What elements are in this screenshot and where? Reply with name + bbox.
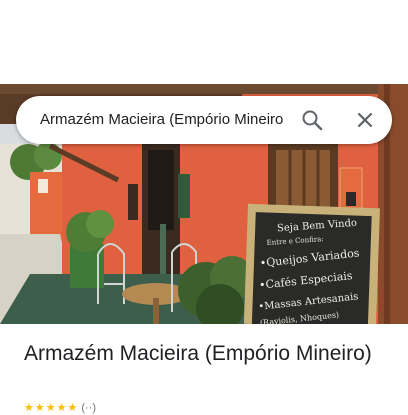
search-bar[interactable]: Armazém Macieira (Empório Mineiro [16,96,392,144]
rating-row[interactable]: ★★★★★ (··) [24,401,96,415]
chalkboard: Seja Bem Vindo Entre e Confira: •Queijos… [243,203,380,324]
place-title: Armazém Macieira (Empório Mineiro) [24,342,372,365]
rating-count: (··) [81,402,97,414]
close-icon[interactable] [353,108,377,132]
rating-stars: ★★★★★ [24,402,79,414]
top-blank-area [0,0,408,84]
search-input[interactable]: Armazém Macieira (Empório Mineiro [40,96,294,144]
search-icon[interactable] [300,108,324,132]
